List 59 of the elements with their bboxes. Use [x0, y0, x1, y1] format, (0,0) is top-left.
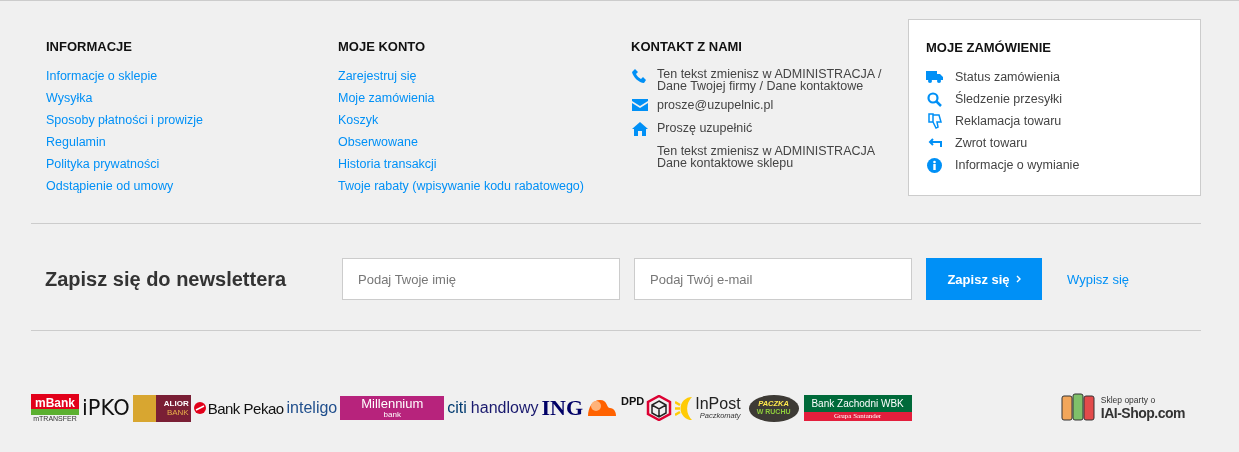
email-field[interactable]: Podaj Twój e-mail: [634, 258, 912, 300]
footer-link[interactable]: Informacje o sklepie: [46, 68, 338, 84]
contact-text: Ten tekst zmienisz w ADMINISTRACJA Dane kontaktowe sklepu: [657, 145, 876, 169]
order-link[interactable]: Reklamacja towaru: [955, 113, 1062, 129]
platform-name: IAI-Shop.com: [1100, 405, 1185, 421]
footer-link[interactable]: Odstąpienie od umowy: [46, 178, 338, 194]
logo-caption: handlowy: [470, 399, 539, 417]
platform-caption: Sklep oparty o: [1100, 395, 1157, 405]
dpd-logo: DPD: [621, 395, 645, 407]
ing-logo: ING: [541, 395, 583, 421]
order-link[interactable]: Status zamówienia: [955, 69, 1060, 85]
logo-caption: bank: [383, 411, 401, 419]
logo-text: ALIOR: [163, 399, 189, 408]
footer-link[interactable]: Obserwowane: [338, 134, 631, 150]
column-title: MOJE ZAMÓWIENIE: [926, 40, 1052, 55]
home-icon: [631, 122, 648, 136]
footer-link[interactable]: Zarejestruj się: [338, 68, 631, 84]
phone-icon: [631, 68, 648, 84]
footer-link[interactable]: Moje zamówienia: [338, 90, 631, 106]
logo-text: mBank: [31, 394, 79, 415]
order-link[interactable]: Informacje o wymianie: [955, 157, 1080, 173]
column-title: KONTAKT Z NAMI: [631, 39, 743, 54]
footer-link[interactable]: Historia transakcji: [338, 156, 631, 172]
order-link[interactable]: Śledzenie przesyłki: [955, 91, 1062, 107]
truck-icon: [926, 71, 943, 83]
name-field[interactable]: Podaj Twoje imię: [342, 258, 620, 300]
order-link[interactable]: Zwrot towaru: [955, 135, 1028, 151]
logo-caption: BANK: [166, 408, 189, 417]
column-title: MOJE KONTO: [338, 39, 427, 54]
footer-link[interactable]: Wysyłka: [46, 90, 338, 106]
citi-logo: citi: [447, 399, 467, 417]
footer-link[interactable]: Sposoby płatności i prowizje: [46, 112, 338, 128]
logo-text: Millennium: [361, 397, 424, 411]
inpost-logo: InPost: [695, 396, 741, 412]
return-arrow-icon: [927, 138, 942, 148]
pekao-logo: Bank Pekao: [207, 399, 284, 417]
subscribe-button[interactable]: Zapisz się: [926, 258, 1042, 300]
footer-link[interactable]: Koszyk: [338, 112, 631, 128]
ipko-logo: iPKO: [82, 396, 130, 420]
iai-logo-icon: [1060, 393, 1097, 423]
column-title: INFORMACJE: [46, 39, 133, 54]
footer-link[interactable]: Polityka prywatności: [46, 156, 338, 172]
logo-text: Bank Zachodni WBK: [803, 395, 912, 412]
contact-text: Ten tekst zmienisz w ADMINISTRACJA / Dane Twojej firmy / Dane kontaktowe: [657, 68, 882, 92]
thumbs-down-icon: [927, 113, 942, 129]
sun-icon: [675, 396, 693, 420]
mail-icon: [631, 99, 648, 111]
unsubscribe-link[interactable]: Wypisz się: [1067, 271, 1129, 287]
pekao-icon: [193, 402, 206, 414]
footer-link[interactable]: Twoje rabaty (wpisywanie kodu rabatowego): [338, 178, 631, 194]
chevron-icon: [1015, 275, 1021, 283]
inteligo-logo: inteligo: [286, 399, 338, 417]
search-icon: [927, 91, 942, 107]
info-icon: [927, 157, 942, 173]
newsletter-title: Zapisz się do newslettera: [45, 267, 288, 291]
contact-text: Proszę uzupełnić: [657, 122, 753, 134]
box-icon: [646, 395, 673, 421]
contact-text: prosze@uzupelnic.pl: [657, 99, 774, 111]
footer-link[interactable]: Regulamin: [46, 134, 338, 150]
